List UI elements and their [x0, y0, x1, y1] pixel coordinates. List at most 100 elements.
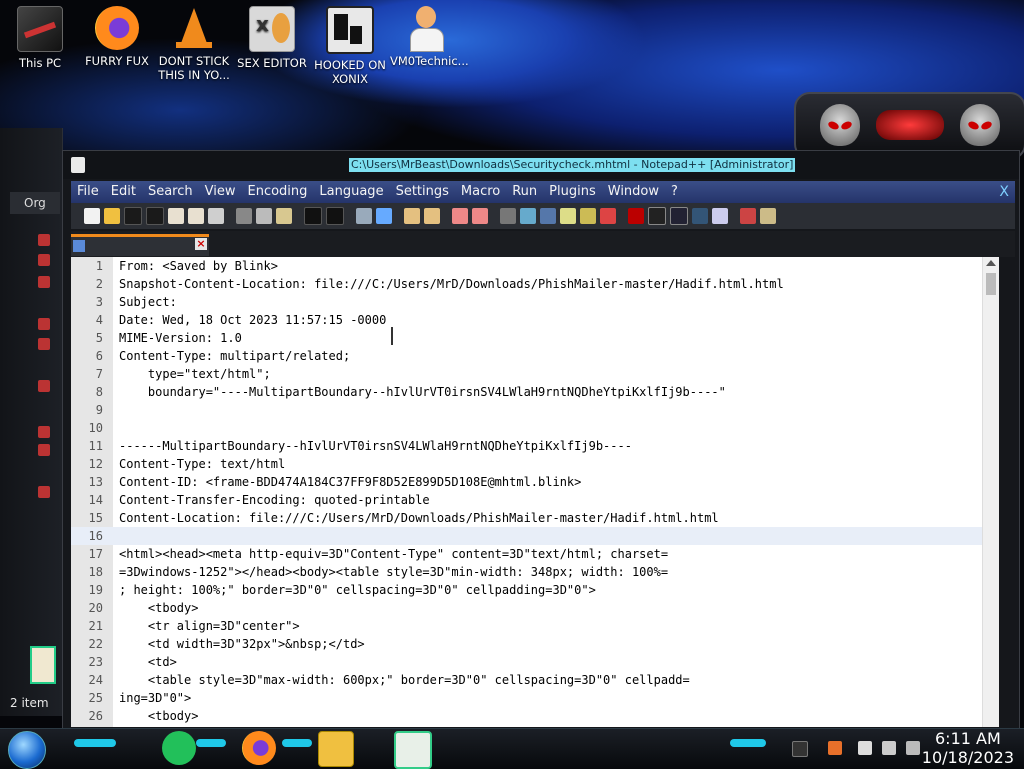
- editor-line[interactable]: 16: [71, 527, 999, 545]
- new-file-icon[interactable]: [84, 208, 100, 224]
- scrollbar-thumb[interactable]: [986, 273, 996, 295]
- security-alert-icon[interactable]: [858, 741, 872, 755]
- close-document-button[interactable]: X: [999, 184, 1015, 200]
- spell-check-icon[interactable]: [740, 208, 756, 224]
- save-all-icon[interactable]: [146, 207, 164, 225]
- desktop-icon-furry-fux[interactable]: FURRY FUX: [81, 6, 153, 68]
- file-explorer-taskbar-icon[interactable]: [318, 731, 354, 767]
- editor-line[interactable]: 14 Content-Transfer-Encoding: quoted-prin…: [71, 491, 999, 509]
- firefox-taskbar-icon[interactable]: [242, 731, 276, 765]
- cut-icon[interactable]: [236, 208, 252, 224]
- desktop-icon-sex-editor[interactable]: x SEX EDITOR: [236, 6, 308, 70]
- editor-line[interactable]: 1 From: <Saved by Blink>: [71, 257, 999, 275]
- editor-line[interactable]: 17 <html><head><meta http-equiv=3D"Conten…: [71, 545, 999, 563]
- editor-line[interactable]: 6 Content-Type: multipart/related;: [71, 347, 999, 365]
- menu-file[interactable]: File: [71, 181, 105, 203]
- menu-run[interactable]: Run: [506, 181, 543, 203]
- editor-line[interactable]: 20 <tbody>: [71, 599, 999, 617]
- editor-line[interactable]: 24 <table style=3D"max-width: 600px;" bo…: [71, 671, 999, 689]
- editor-line[interactable]: 15 Content-Location: file:///C:/Users/MrD…: [71, 509, 999, 527]
- tab-securitycheck[interactable]: ×: [71, 234, 209, 256]
- close-all-icon[interactable]: [188, 208, 204, 224]
- folder-icon: [38, 380, 50, 392]
- close-file-icon[interactable]: [168, 208, 184, 224]
- editor-line[interactable]: 13 Content-ID: <frame-BDD474A184C37FF9F8D…: [71, 473, 999, 491]
- word-wrap-icon[interactable]: [500, 208, 516, 224]
- doc-map-icon[interactable]: [560, 208, 576, 224]
- editor-line[interactable]: 22 <td width=3D"32px">&nbsp;</td>: [71, 635, 999, 653]
- editor-line[interactable]: 12 Content-Type: text/html: [71, 455, 999, 473]
- open-file-icon[interactable]: [104, 208, 120, 224]
- desktop-icon-this-pc[interactable]: This PC: [4, 6, 76, 70]
- find-icon[interactable]: [356, 208, 372, 224]
- editor-line[interactable]: 8 boundary="----MultipartBoundary--hIvlU…: [71, 383, 999, 401]
- show-all-chars-icon[interactable]: [520, 208, 536, 224]
- editor-line[interactable]: 10: [71, 419, 999, 437]
- network-icon[interactable]: [882, 741, 896, 755]
- editor-line[interactable]: 5 MIME-Version: 1.0: [71, 329, 999, 347]
- menu-plugins[interactable]: Plugins: [543, 181, 602, 203]
- zoom-in-icon[interactable]: [404, 208, 420, 224]
- vertical-scrollbar[interactable]: [982, 257, 999, 727]
- menu-encoding[interactable]: Encoding: [241, 181, 313, 203]
- desktop-icon-vm0technic[interactable]: VM0Technic...: [390, 6, 469, 68]
- editor-line[interactable]: 2 Snapshot-Content-Location: file:///C:/U…: [71, 275, 999, 293]
- desktop-icon-dont-stick[interactable]: DONT STICK THIS IN YO...: [158, 6, 230, 82]
- start-button[interactable]: [8, 731, 46, 769]
- run-macro-multiple-icon[interactable]: [692, 208, 708, 224]
- notepadpp-taskbar-icon[interactable]: [394, 731, 432, 769]
- editor-line[interactable]: 11 ------MultipartBoundary--hIvlUrVT0irsn…: [71, 437, 999, 455]
- file-thumbnail[interactable]: [30, 646, 56, 684]
- text-editor[interactable]: 1 From: <Saved by Blink> 2 Snapshot-Content…: [71, 257, 999, 727]
- record-macro-icon[interactable]: [628, 208, 644, 224]
- title-bar[interactable]: C:\Users\MrBeast\Downloads\Securitycheck…: [63, 151, 1019, 179]
- editor-line[interactable]: 19 ; height: 100%;" border=3D"0" cellspac…: [71, 581, 999, 599]
- menu-language[interactable]: Language: [313, 181, 389, 203]
- play-macro-icon[interactable]: [670, 207, 688, 225]
- editor-line[interactable]: 18 =3Dwindows-1252"></head><body><table s…: [71, 563, 999, 581]
- notepadpp-app-icon[interactable]: [71, 157, 85, 173]
- volume-icon[interactable]: [906, 741, 920, 755]
- editor-line[interactable]: 26 <tbody>: [71, 707, 999, 725]
- system-clock[interactable]: 6:11 AM 10/18/2023: [922, 729, 1014, 767]
- undo-icon[interactable]: [304, 207, 322, 225]
- function-list-icon[interactable]: [580, 208, 596, 224]
- editor-line[interactable]: 4 Date: Wed, 18 Oct 2023 11:57:15 -0000: [71, 311, 999, 329]
- computer-icon: [17, 6, 63, 52]
- menu-edit[interactable]: Edit: [105, 181, 142, 203]
- zoom-out-icon[interactable]: [424, 208, 440, 224]
- sync-horizontal-icon[interactable]: [472, 208, 488, 224]
- editor-line[interactable]: 9: [71, 401, 999, 419]
- sync-vertical-icon[interactable]: [452, 208, 468, 224]
- print-icon[interactable]: [208, 208, 224, 224]
- show-desktop-icon[interactable]: [792, 741, 808, 757]
- tab-bar: ×: [71, 231, 1015, 257]
- redo-icon[interactable]: [326, 207, 344, 225]
- editor-line[interactable]: 25 ing=3D"0">: [71, 689, 999, 707]
- save-macro-icon[interactable]: [712, 208, 728, 224]
- menu-macro[interactable]: Macro: [455, 181, 506, 203]
- editor-line[interactable]: 23 <td>: [71, 653, 999, 671]
- stop-macro-icon[interactable]: [648, 207, 666, 225]
- notes-app-icon[interactable]: [162, 731, 196, 765]
- paste-icon[interactable]: [276, 208, 292, 224]
- menu-view[interactable]: View: [199, 181, 242, 203]
- copy-icon[interactable]: [256, 208, 272, 224]
- organize-button[interactable]: Org: [10, 192, 60, 214]
- tray-app-icon[interactable]: [828, 741, 842, 755]
- folder-as-workspace-icon[interactable]: [600, 208, 616, 224]
- menu-help[interactable]: ?: [665, 181, 684, 203]
- editor-line[interactable]: 7 type="text/html";: [71, 365, 999, 383]
- menu-search[interactable]: Search: [142, 181, 199, 203]
- scroll-up-icon[interactable]: [986, 260, 996, 266]
- indent-guide-icon[interactable]: [540, 208, 556, 224]
- close-tab-icon[interactable]: ×: [195, 238, 207, 250]
- save-icon[interactable]: [124, 207, 142, 225]
- desktop-icon-hooked-on-xonix[interactable]: HOOKED ON XONIX: [314, 6, 386, 86]
- replace-icon[interactable]: [376, 208, 392, 224]
- plugin-icon[interactable]: [760, 208, 776, 224]
- editor-line[interactable]: 21 <tr align=3D"center">: [71, 617, 999, 635]
- editor-line[interactable]: 3 Subject:: [71, 293, 999, 311]
- menu-settings[interactable]: Settings: [390, 181, 455, 203]
- menu-window[interactable]: Window: [602, 181, 665, 203]
